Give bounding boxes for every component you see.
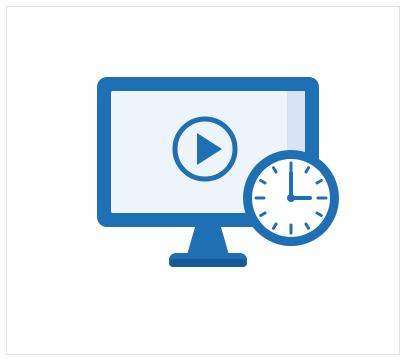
clock-icon <box>243 150 339 246</box>
media-tile <box>6 6 400 355</box>
video-schedule-illustration <box>97 77 339 267</box>
